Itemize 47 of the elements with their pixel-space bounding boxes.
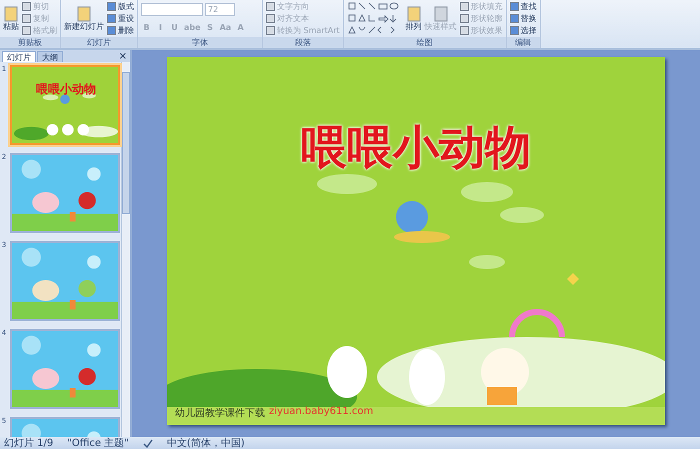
slide-thumbnail[interactable]: 喂喂小动物 xyxy=(10,65,120,145)
ribbon-button[interactable]: 重设 xyxy=(107,12,134,24)
square-icon xyxy=(510,2,519,10)
ribbon-button[interactable]: 查找 xyxy=(510,0,537,12)
square-icon xyxy=(22,14,31,22)
group-label: 字体 xyxy=(138,37,262,48)
square-icon xyxy=(460,2,469,10)
ribbon-button[interactable]: 排列 xyxy=(406,0,422,36)
group-label: 剪贴板 xyxy=(0,37,60,48)
group-label: 编辑 xyxy=(506,37,540,48)
square-icon xyxy=(510,14,519,22)
font-name-field[interactable] xyxy=(141,2,203,16)
ribbon-button[interactable]: 版式 xyxy=(107,0,134,12)
scrollbar[interactable] xyxy=(121,62,130,437)
document-icon xyxy=(432,6,449,22)
ribbon-button[interactable]: 粘贴 xyxy=(3,0,19,36)
square-icon xyxy=(107,2,116,10)
close-button[interactable]: × xyxy=(118,51,130,62)
square-icon xyxy=(22,26,31,34)
pane-tab[interactable]: 幻灯片 xyxy=(2,51,36,62)
square-icon xyxy=(107,26,116,34)
theme-name: "Office 主题" xyxy=(67,436,129,449)
document-icon xyxy=(406,6,422,22)
group-label: 段落 xyxy=(263,37,343,48)
language-label: 中文(简体，中国) xyxy=(166,436,245,449)
square-icon xyxy=(460,14,469,22)
group-label: 绘图 xyxy=(344,37,506,48)
ribbon-button[interactable]: 替换 xyxy=(510,12,537,24)
ribbon-button[interactable]: 新建幻灯片 xyxy=(64,0,104,36)
thumbnail-title: 喂喂小动物 xyxy=(36,81,96,98)
square-icon xyxy=(266,26,275,34)
square-icon xyxy=(266,14,275,22)
square-icon xyxy=(510,26,519,34)
check-icon[interactable] xyxy=(142,438,153,448)
pane-tab[interactable]: 大纲 xyxy=(37,51,63,62)
ribbon-button[interactable]: 选择 xyxy=(510,24,537,36)
document-icon xyxy=(76,6,92,22)
square-icon xyxy=(22,2,31,10)
ribbon-button[interactable]: 删除 xyxy=(107,24,134,36)
document-icon xyxy=(3,6,19,22)
slide-counter: 幻灯片 1/9 xyxy=(4,436,54,449)
group-label: 幻灯片 xyxy=(61,37,137,48)
square-icon xyxy=(460,26,469,34)
slide-title: 喂喂小动物 xyxy=(300,119,532,176)
square-icon xyxy=(266,2,275,10)
footer-text: 幼儿园教学课件下载 xyxy=(175,406,265,420)
square-icon xyxy=(107,14,116,22)
